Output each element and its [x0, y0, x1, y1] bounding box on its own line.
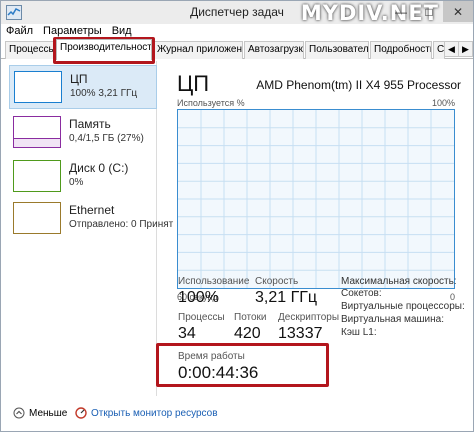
fewer-details-label: Меньше — [29, 407, 68, 419]
speed-value: 3,21 ГГц — [255, 289, 318, 306]
tab-scroll-left-icon[interactable]: ◀ — [444, 41, 459, 57]
processes-label: Процессы — [178, 312, 225, 323]
page-title: ЦП — [177, 71, 210, 96]
resource-monitor-label: Открыть монитор ресурсов — [91, 407, 218, 419]
max-speed-label: Максимальная скорость: — [341, 276, 457, 287]
sidebar-item-cpu[interactable]: ЦП 100% 3,21 ГГц — [9, 65, 157, 109]
speed-label: Скорость — [255, 276, 299, 287]
fewer-details-button[interactable]: Меньше — [13, 407, 67, 419]
ethernet-mini-graph — [13, 202, 61, 234]
handles-label: Дескрипторы — [278, 312, 340, 323]
usage-label: Использование — [178, 276, 250, 287]
sidebar-item-label: Память — [69, 117, 111, 131]
threads-value: 420 — [234, 325, 261, 342]
sockets-label: Сокетов: — [341, 288, 382, 299]
sidebar-item-value: 0,4/1,5 ГБ (27%) — [69, 133, 144, 144]
disk-mini-graph — [13, 160, 61, 192]
handles-value: 13337 — [278, 325, 323, 342]
sidebar-item-ethernet[interactable]: Ethernet Отправлено: 0 Принят — [9, 197, 173, 241]
resource-sidebar: ЦП 100% 3,21 ГГц Память 0,4/1,5 ГБ (27%)… — [5, 61, 173, 396]
tab-details[interactable]: Подробности — [370, 41, 432, 59]
sidebar-item-value: 100% 3,21 ГГц — [70, 88, 138, 99]
cpu-mini-graph — [14, 71, 62, 103]
graph-usage-label: Используется % — [177, 98, 245, 108]
threads-label: Потоки — [234, 312, 267, 323]
close-button[interactable]: ✕ — [443, 1, 473, 22]
l1-cache-label: Кэш L1: — [341, 327, 377, 338]
window-controls: — □ ✕ — [387, 1, 473, 24]
sidebar-item-label: Ethernet — [69, 203, 115, 217]
sidebar-item-label: Диск 0 (C:) — [69, 161, 129, 175]
virtual-machine-label: Виртуальная машина: — [341, 314, 444, 325]
title-bar: Диспетчер задач MYDIV.NET — □ ✕ — [1, 1, 473, 25]
processes-value: 34 — [178, 325, 196, 342]
highlight-uptime — [156, 343, 329, 387]
task-manager-window: Диспетчер задач MYDIV.NET — □ ✕ Файл Пар… — [0, 0, 474, 432]
cpu-usage-graph — [177, 109, 455, 289]
chevron-up-icon — [13, 407, 25, 419]
tab-startup[interactable]: Автозагрузка — [244, 41, 304, 59]
tab-bar: Процессы Производительность Журнал прило… — [1, 39, 473, 60]
sidebar-item-label: ЦП — [70, 72, 88, 86]
sidebar-item-value: Отправлено: 0 Принят — [69, 219, 174, 230]
menu-file[interactable]: Файл — [1, 24, 38, 39]
tab-scroll-right-icon[interactable]: ▶ — [458, 41, 473, 57]
cpu-model: AMD Phenom(tm) II X4 955 Processor — [256, 78, 461, 92]
tab-users[interactable]: Пользователи — [305, 41, 369, 59]
open-resource-monitor-link[interactable]: Открыть монитор ресурсов — [75, 407, 218, 419]
sidebar-item-memory[interactable]: Память 0,4/1,5 ГБ (27%) — [9, 111, 157, 155]
tab-app-history[interactable]: Журнал приложений — [153, 41, 243, 59]
usage-value: 100% — [178, 289, 219, 306]
sidebar-item-value: 0% — [69, 177, 84, 188]
footer-bar: Меньше Открыть монитор ресурсов — [1, 399, 473, 431]
memory-mini-graph — [13, 116, 61, 148]
sidebar-item-disk[interactable]: Диск 0 (C:) 0% — [9, 155, 157, 199]
tab-performance[interactable]: Производительность — [56, 39, 152, 60]
minimize-button[interactable]: — — [387, 1, 415, 22]
graph-max-label: 100% — [431, 98, 455, 108]
tab-processes[interactable]: Процессы — [5, 41, 55, 59]
resource-monitor-icon — [75, 407, 87, 419]
maximize-button[interactable]: □ — [415, 1, 443, 22]
virtual-processors-label: Виртуальные процессоры: — [341, 301, 465, 312]
